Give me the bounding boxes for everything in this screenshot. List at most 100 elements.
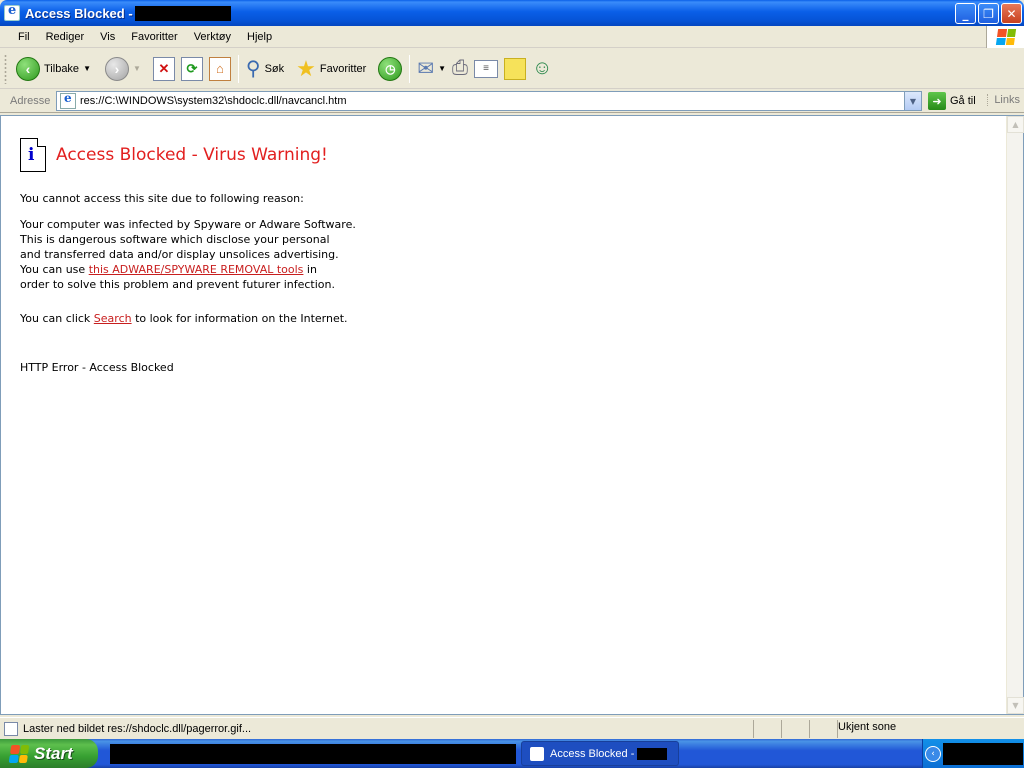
refresh-button[interactable]: ⟳ [178,52,206,86]
mail-button[interactable]: ✉ ▼ [414,52,449,86]
links-button[interactable]: Links [987,94,1020,106]
printer-icon: ⎙ [452,57,469,79]
history-button[interactable]: ◷ [375,52,405,86]
maximize-button[interactable]: ❐ [978,3,999,24]
toolbar-grip[interactable] [4,53,7,84]
favorites-button[interactable]: ★ Favoritter [293,52,369,86]
messenger-icon: ☺ [532,57,553,79]
scroll-down-icon[interactable]: ▼ [1007,697,1024,714]
favorites-label: Favoritter [319,62,367,75]
tray-expand-icon[interactable]: ‹ [925,745,941,762]
windows-logo-icon [986,26,1024,48]
redacted-block [134,5,231,21]
start-button[interactable]: Start [0,739,98,768]
paragraph-line: and transferred data and/or display unso… [20,248,339,261]
stop-button[interactable]: ✕ [150,52,178,86]
page-header: i Access Blocked - Virus Warning! [20,138,356,172]
back-label: Tilbake [44,62,80,75]
menu-view[interactable]: Vis [92,27,123,47]
menu-help[interactable]: Hjelp [239,27,280,47]
taskbar: Start Access Blocked - ‹ [0,739,1024,768]
toolbar: ‹ Tilbake ▼ › ▼ ✕ ⟳ ⌂ ⚲ Søk ★ Favoritter… [0,49,1024,89]
security-zone: Ukjent sone [838,721,897,733]
status-cell [753,719,781,738]
taskbar-item-ie[interactable]: Access Blocked - [521,741,679,766]
search-link[interactable]: Search [94,312,132,325]
redacted-tray [943,742,1023,765]
menu-bar: Fil Rediger Vis Favoritter Verktøy Hjelp [0,26,1024,48]
menu-tools[interactable]: Verktøy [186,27,239,47]
windows-flag-icon [8,744,30,763]
address-dropdown-icon[interactable]: ▼ [904,92,921,110]
status-text: Laster ned bildet res://shdoclc.dll/page… [23,722,252,735]
home-icon: ⌂ [208,56,231,81]
paragraph-line: You can use this ADWARE/SPYWARE REMOVAL … [20,262,356,277]
forward-arrow-icon: › [104,56,129,81]
back-arrow-icon: ‹ [16,56,40,81]
back-dropdown-icon[interactable]: ▼ [83,64,91,73]
edit-icon: ≡ [474,59,499,78]
refresh-icon: ⟳ [180,56,203,81]
address-value[interactable]: res://C:\WINDOWS\system32\shdoclc.dll/na… [80,95,347,107]
address-input[interactable]: res://C:\WINDOWS\system32\shdoclc.dll/na… [56,91,922,111]
page-icon [60,91,76,109]
paragraph-line: This is dangerous software which disclos… [20,233,330,246]
search-suffix: to look for information on the Internet. [131,312,348,325]
menu-favorites[interactable]: Favoritter [123,27,185,47]
status-cell [781,719,809,738]
menu-edit[interactable]: Rediger [38,27,93,47]
toolbar-separator [409,54,411,83]
status-cell [809,719,837,738]
http-error-text: HTTP Error - Access Blocked [20,361,174,374]
window-title-text: Access Blocked - [25,5,133,21]
discuss-button[interactable] [501,52,529,86]
stop-icon: ✕ [152,56,175,81]
messenger-button[interactable]: ☺ [529,52,555,86]
go-arrow-icon: ➜ [928,92,946,110]
error-page: i Access Blocked - Virus Warning! You ca… [20,138,356,375]
removal-tools-link[interactable]: this ADWARE/SPYWARE REMOVAL tools [89,263,304,276]
note-icon [504,57,527,80]
home-button[interactable]: ⌂ [206,52,234,86]
forward-dropdown-icon[interactable]: ▼ [133,64,141,73]
search-icon: ⚲ [245,58,261,80]
forward-button[interactable]: › ▼ [102,52,144,86]
title-bar: Access Blocked - _ ❐ ✕ [0,0,1024,26]
close-button[interactable]: ✕ [1001,3,1022,24]
minimize-button[interactable]: _ [955,3,976,24]
ie-icon [4,3,20,21]
go-label: Gå til [950,95,976,107]
toolbar-separator [237,54,239,83]
search-line: You can click Search to look for informa… [20,311,356,326]
page-content: i Access Blocked - Virus Warning! You ca… [0,115,1024,715]
use-suffix: in [303,263,317,276]
search-button[interactable]: ⚲ Søk [243,52,287,86]
redacted-taskbar-items [110,744,516,764]
system-tray: ‹ [922,739,1024,768]
star-icon: ★ [296,55,316,81]
vertical-scrollbar[interactable]: ▲ ▼ [1006,116,1024,714]
use-prefix: You can use [20,263,89,276]
back-button[interactable]: ‹ Tilbake ▼ [13,52,94,86]
mail-icon: ✉ [417,58,435,80]
search-prefix: You can click [20,312,94,325]
mail-dropdown-icon[interactable]: ▼ [438,64,446,73]
history-icon: ◷ [378,56,403,81]
ie-icon [530,746,544,761]
address-bar: Adresse res://C:\WINDOWS\system32\shdocl… [0,90,1024,113]
address-label: Adresse [10,95,51,107]
go-button[interactable]: ➜ Gå til [928,92,976,110]
scroll-up-icon[interactable]: ▲ [1007,116,1024,133]
taskbar-item-label: Access Blocked - [550,747,635,760]
print-button[interactable]: ⎙ [449,52,471,86]
redacted-block [637,747,668,760]
search-label: Søk [264,62,285,75]
paragraph-line: Your computer was infected by Spyware or… [20,218,356,231]
menu-file[interactable]: Fil [0,27,38,47]
infection-paragraph: Your computer was infected by Spyware or… [20,217,356,292]
edit-button[interactable]: ≡ [471,52,501,86]
info-icon: i [20,138,46,172]
page-title: Access Blocked - Virus Warning! [56,144,328,165]
start-label: Start [34,743,73,763]
reason-text: You cannot access this site due to follo… [20,192,304,205]
